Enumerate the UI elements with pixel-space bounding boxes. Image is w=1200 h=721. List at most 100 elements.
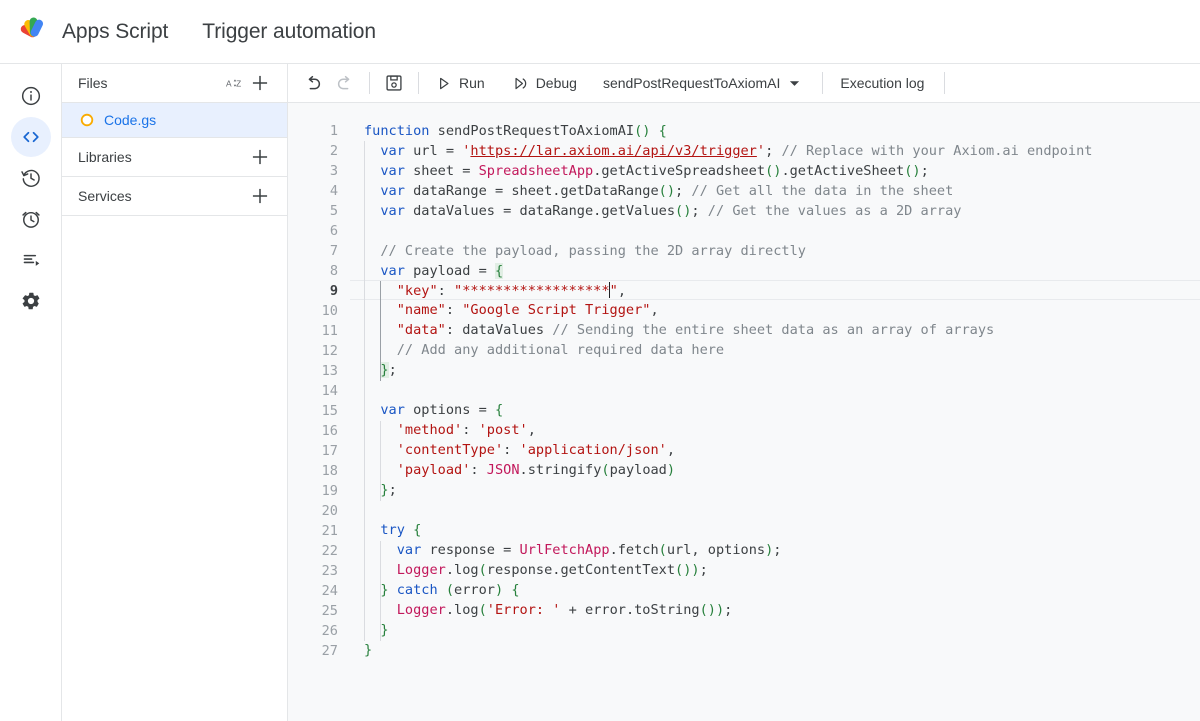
function-select[interactable]: sendPostRequestToAxiomAI xyxy=(595,68,808,98)
sidebar-item-project-history[interactable] xyxy=(11,158,51,198)
add-file-button[interactable] xyxy=(247,70,273,96)
code-line[interactable]: }; xyxy=(350,360,1200,380)
code-content[interactable]: function sendPostRequestToAxiomAI() { va… xyxy=(350,103,1200,721)
line-number: 16 xyxy=(321,423,338,439)
line-number: 25 xyxy=(321,603,338,619)
code-line[interactable]: } xyxy=(350,620,1200,640)
code-token: "key" xyxy=(396,283,438,299)
code-token: } xyxy=(380,622,389,638)
code-token: { xyxy=(494,263,504,279)
code-line[interactable] xyxy=(350,380,1200,400)
code-token: var xyxy=(380,183,405,199)
code-token: // Get all the data in the sheet xyxy=(691,183,954,199)
code-token: var xyxy=(380,402,405,418)
line-number: 2 xyxy=(329,143,338,159)
code-line[interactable]: var dataValues = dataRange.getValues(); … xyxy=(350,201,1200,221)
history-clock-icon xyxy=(20,169,40,187)
file-list-item-code-gs[interactable]: Code.gs xyxy=(62,103,287,137)
code-token: function xyxy=(364,123,430,139)
code-line[interactable]: }; xyxy=(350,480,1200,500)
code-line[interactable]: var sheet = SpreadsheetApp.getActiveSpre… xyxy=(350,161,1200,181)
project-title[interactable]: Trigger automation xyxy=(202,20,376,44)
code-token: , xyxy=(650,302,659,318)
code-line[interactable]: "key": "******************", xyxy=(350,280,1200,300)
files-label: Files xyxy=(78,75,108,91)
save-project-button[interactable] xyxy=(379,68,409,98)
code-token: Logger xyxy=(396,602,446,618)
code-line[interactable]: var url = 'https://lar.axiom.ai/api/v3/t… xyxy=(350,141,1200,161)
code-line[interactable]: function sendPostRequestToAxiomAI() { xyxy=(350,121,1200,141)
code-line[interactable]: "name": "Google Script Trigger", xyxy=(350,300,1200,320)
code-line[interactable]: Logger.log(response.getContentText()); xyxy=(350,560,1200,580)
debug-button[interactable]: Debug xyxy=(505,68,585,98)
code-line[interactable]: 'method': 'post', xyxy=(350,420,1200,440)
code-token: () xyxy=(675,203,692,219)
editor-column: Run Debug sendPostRequestToAxiomAI Execu… xyxy=(288,64,1200,721)
file-list: Code.gs xyxy=(62,103,287,138)
code-line[interactable]: } catch (error) { xyxy=(350,580,1200,600)
code-token: // Add any additional required data here xyxy=(396,342,725,358)
undo-icon xyxy=(308,75,321,89)
sidebar-item-editor[interactable] xyxy=(10,117,51,157)
sidebar-item-overview[interactable] xyxy=(11,76,51,116)
sidebar-item-settings[interactable] xyxy=(11,281,51,321)
code-token: 'post' xyxy=(478,422,528,438)
run-button[interactable]: Run xyxy=(428,68,493,98)
code-token: ; xyxy=(773,542,782,558)
code-token: { xyxy=(658,123,667,139)
code-token: ) xyxy=(691,562,700,578)
code-line[interactable]: 'contentType': 'application/json', xyxy=(350,440,1200,460)
execution-log-button[interactable]: Execution log xyxy=(832,68,932,98)
line-number: 7 xyxy=(329,243,338,259)
code-token: options = xyxy=(404,402,495,418)
code-token: "data" xyxy=(396,322,446,338)
code-line[interactable] xyxy=(350,221,1200,241)
sort-alpha-icon[interactable]: A Z xyxy=(221,70,247,96)
code-token: ( xyxy=(478,562,487,578)
code-line[interactable]: try { xyxy=(350,520,1200,540)
code-token: ; xyxy=(724,602,733,618)
code-token: { xyxy=(511,582,520,598)
code-line[interactable]: var response = UrlFetchApp.fetch(url, op… xyxy=(350,540,1200,560)
code-token: () xyxy=(699,602,716,618)
add-service-button[interactable] xyxy=(247,183,273,209)
toolbar-divider-3 xyxy=(822,72,824,94)
code-token: ) xyxy=(666,462,676,478)
sidebar-item-triggers[interactable] xyxy=(11,199,51,239)
code-line[interactable]: var payload = { xyxy=(350,261,1200,281)
undo-button[interactable] xyxy=(298,68,329,98)
code-line[interactable]: var dataRange = sheet.getDataRange(); //… xyxy=(350,181,1200,201)
code-line[interactable]: // Create the payload, passing the 2D ar… xyxy=(350,241,1200,261)
code-line[interactable]: var options = { xyxy=(350,400,1200,420)
apps-script-logo-icon[interactable] xyxy=(14,12,54,52)
line-number: 18 xyxy=(321,463,338,479)
indent-guide xyxy=(380,541,382,641)
code-token: response = xyxy=(421,542,520,558)
code-token: { xyxy=(494,402,504,418)
line-number: 10 xyxy=(321,303,338,319)
redo-button[interactable] xyxy=(329,68,360,98)
services-label: Services xyxy=(78,188,132,204)
code-token: () xyxy=(765,163,782,179)
code-line[interactable]: "data": dataValues // Sending the entire… xyxy=(350,320,1200,340)
code-line[interactable]: 'payload': JSON.stringify(payload) xyxy=(350,460,1200,480)
code-token: : xyxy=(470,462,487,478)
code-editor[interactable]: 1 2 3 4 5 6 7 8 9 10 11 12 13 14 15 16 17 18 19 20 21 22 23 24 2… xyxy=(288,103,1200,721)
libraries-section-header[interactable]: Libraries xyxy=(62,138,287,177)
line-number: 17 xyxy=(321,443,338,459)
plus-icon xyxy=(252,75,268,91)
code-line[interactable]: Logger.log('Error: ' + error.toString())… xyxy=(350,600,1200,620)
sidebar-item-executions[interactable] xyxy=(11,240,51,280)
code-line[interactable]: // Add any additional required data here xyxy=(350,340,1200,360)
services-section-header[interactable]: Services xyxy=(62,177,287,216)
code-line[interactable]: } xyxy=(350,640,1200,660)
line-number: 20 xyxy=(321,503,338,519)
code-token: UrlFetchApp xyxy=(519,542,610,558)
add-library-button[interactable] xyxy=(247,144,273,170)
code-token: 'Error: ' xyxy=(486,602,561,618)
code-line[interactable] xyxy=(350,500,1200,520)
line-number-gutter: 1 2 3 4 5 6 7 8 9 10 11 12 13 14 15 16 17 18 19 20 21 22 23 24 2… xyxy=(288,103,350,721)
code-token: } xyxy=(380,482,389,498)
code-token: ; xyxy=(920,163,929,179)
